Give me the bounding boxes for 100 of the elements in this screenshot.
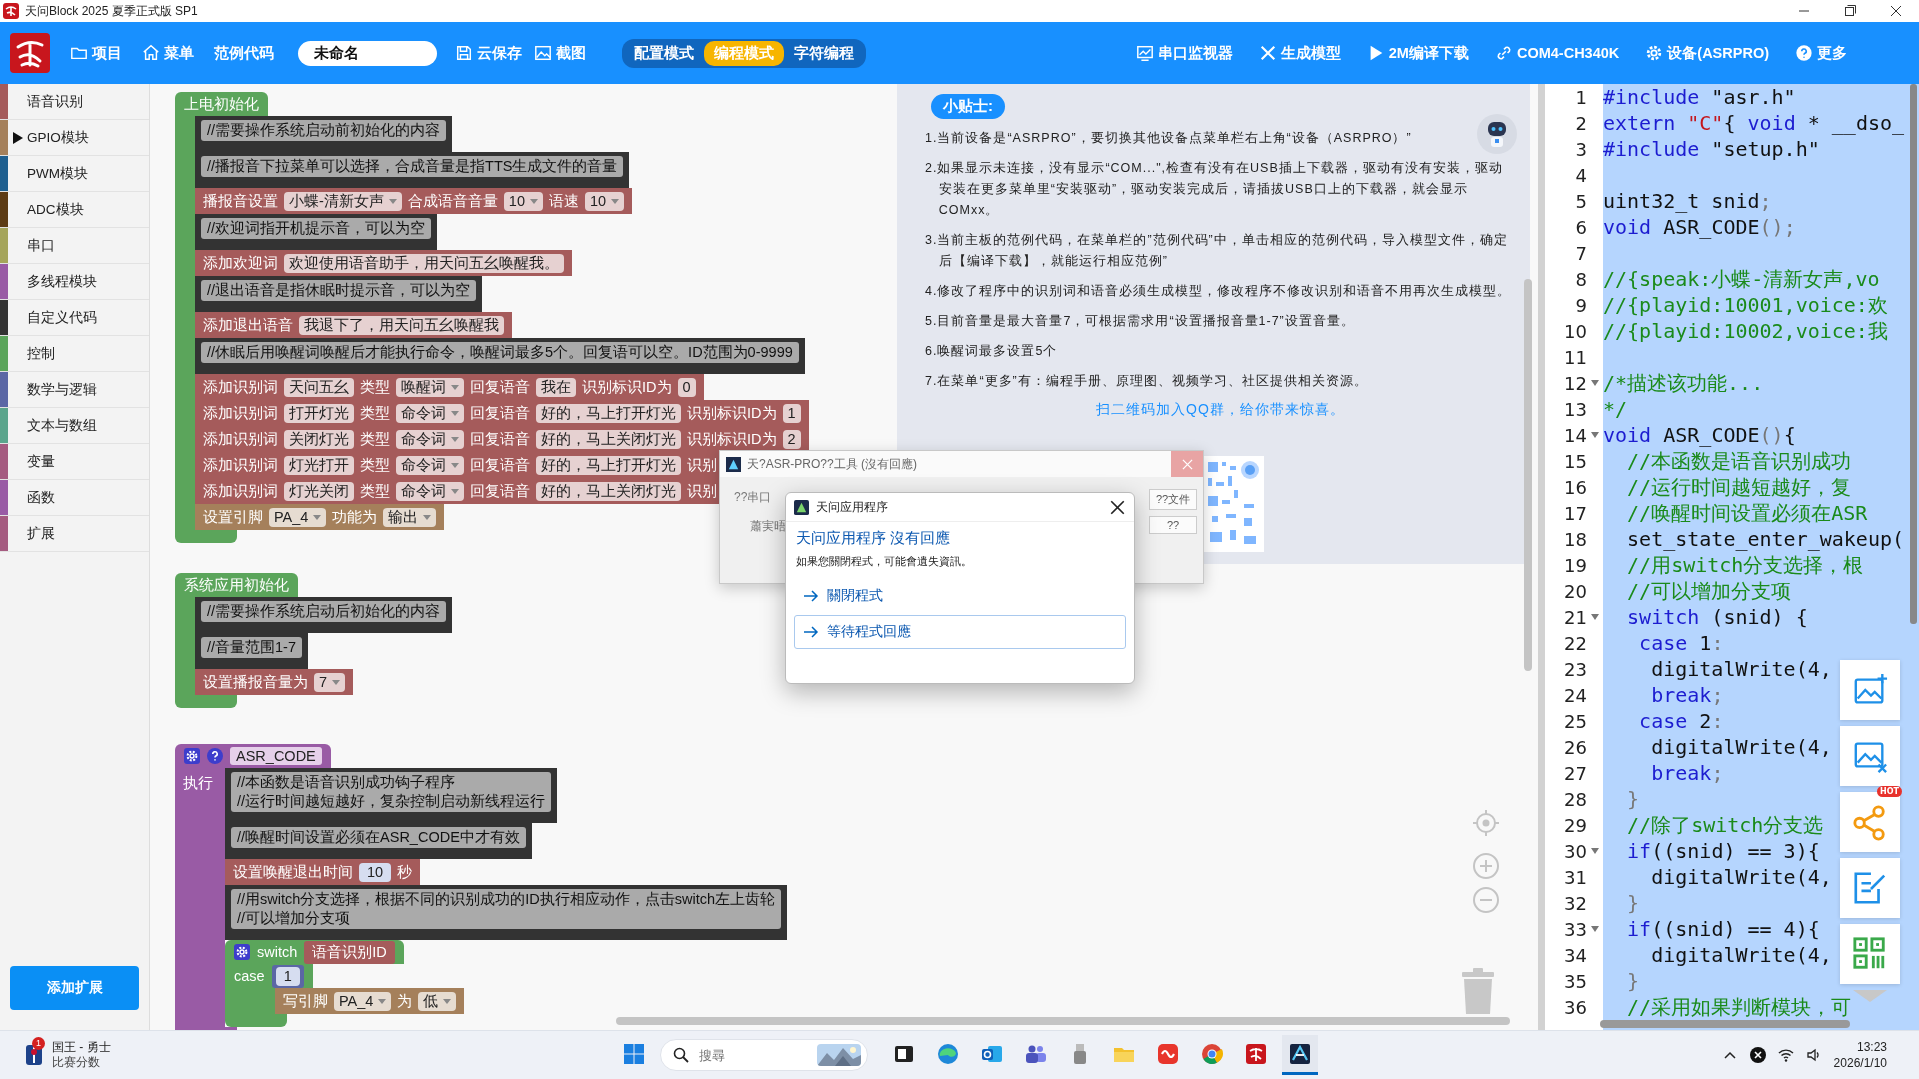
category-item[interactable]: 串口 — [0, 228, 149, 264]
block-label: switch — [257, 944, 298, 960]
expand-arrow-icon[interactable] — [12, 131, 23, 144]
text-field[interactable]: 好的，马上关闭灯光 — [536, 429, 681, 449]
scrollbar[interactable] — [616, 1017, 1510, 1025]
dropdown[interactable]: 输出 — [383, 507, 437, 527]
text-field[interactable]: 好的，马上关闭灯光 — [536, 481, 681, 501]
line-number: 18 — [1563, 528, 1587, 550]
number-field[interactable]: 10 — [359, 862, 392, 882]
fold-arrow-icon[interactable] — [1591, 926, 1599, 932]
dialog-option[interactable]: 關閉程式 — [794, 579, 1126, 613]
dropdown[interactable]: 命令词 — [396, 455, 464, 475]
line-number: 26 — [1563, 736, 1587, 758]
gear-icon[interactable] — [184, 748, 200, 764]
fold-arrow-icon[interactable] — [1591, 432, 1599, 438]
block-label: 回复语音 — [470, 429, 530, 449]
block-label: 回复语音 — [470, 481, 530, 501]
search-input[interactable]: 搜尋 — [697, 1046, 817, 1064]
text-field[interactable]: 0 — [677, 377, 696, 397]
taskbar-button[interactable] — [1282, 1035, 1318, 1075]
dropdown[interactable]: PA_4 — [334, 991, 392, 1011]
image-icon — [534, 44, 552, 62]
text-field[interactable]: 我退下了，用天问五幺唤醒我 — [299, 315, 504, 335]
gear-icon[interactable] — [234, 944, 250, 960]
line-number: 4 — [1574, 164, 1587, 186]
code-line: digitalWrite(4, — [1650, 943, 1832, 967]
dropdown[interactable]: 10 — [585, 191, 625, 211]
category-item[interactable]: 函数 — [0, 480, 149, 516]
category-item[interactable]: 扩展 — [0, 516, 149, 552]
dropdown[interactable]: 命令词 — [396, 429, 464, 449]
category-item[interactable]: 变量 — [0, 444, 149, 480]
category-item[interactable]: 数学与逻辑 — [0, 372, 149, 408]
text-field[interactable]: 我在 — [536, 377, 576, 397]
mode-tab[interactable]: 配置模式 — [624, 40, 704, 66]
side-tool-button[interactable] — [1840, 660, 1900, 720]
text-field[interactable]: 好的，马上打开灯光 — [536, 403, 681, 423]
line-number: 34 — [1563, 944, 1587, 966]
text-field[interactable]: 灯光关闭 — [284, 481, 354, 501]
project-name-field[interactable]: 未命名 — [298, 40, 437, 66]
fold-arrow-icon[interactable] — [1591, 614, 1599, 620]
category-item[interactable]: ADC模块 — [0, 192, 149, 228]
dropdown[interactable]: 7 — [314, 672, 346, 692]
help-icon[interactable] — [207, 748, 223, 764]
block-label: 设置引脚 — [203, 507, 263, 527]
number-field[interactable]: 1 — [275, 966, 300, 986]
close-circle-icon[interactable] — [1749, 1047, 1766, 1063]
function-name-field[interactable]: ASR_CODE — [230, 747, 322, 765]
code-line: */ — [1603, 397, 1628, 421]
dropdown[interactable]: 命令词 — [396, 403, 464, 423]
text-field[interactable]: 天问五幺 — [284, 377, 354, 397]
dropdown[interactable]: 唤醒词 — [396, 377, 464, 397]
side-tool-button[interactable] — [1840, 924, 1900, 984]
comment-text: //欢迎词指开机提示音，可以为空 — [201, 218, 432, 239]
scrollbar[interactable] — [1910, 84, 1917, 624]
side-tool-button[interactable] — [1840, 792, 1900, 852]
category-item[interactable]: GPIO模块 — [0, 120, 149, 156]
dropdown[interactable]: PA_4 — [269, 507, 327, 527]
category-item[interactable]: 多线程模块 — [0, 264, 149, 300]
tip-text: 7.在菜单“更多”有：编程手册、原理图、视频学习、社区提供相关资源。 — [925, 373, 1368, 390]
fold-arrow-icon[interactable] — [1591, 380, 1599, 386]
code-line: //可以增加分支项 — [1626, 577, 1792, 605]
volume-icon[interactable] — [1805, 1047, 1822, 1063]
scrollbar[interactable] — [1524, 279, 1532, 671]
category-item[interactable]: 自定义代码 — [0, 300, 149, 336]
category-item[interactable]: 语音识别 — [0, 84, 149, 120]
block-label: 执行 — [183, 775, 213, 791]
news-subtitle: 比赛分数 — [52, 1055, 101, 1070]
dropdown[interactable]: 低 — [418, 991, 457, 1011]
text-field[interactable]: 灯光打开 — [284, 455, 354, 475]
fold-arrow-icon[interactable] — [1591, 848, 1599, 854]
side-tool-button[interactable] — [1840, 858, 1900, 918]
scrollbar[interactable] — [1600, 1020, 1850, 1028]
dropdown[interactable]: 10 — [503, 191, 543, 211]
category-item[interactable]: 控制 — [0, 336, 149, 372]
text-field[interactable]: 好的，马上打开灯光 — [536, 455, 681, 475]
mode-tab[interactable]: 字符编程 — [784, 40, 864, 66]
wifi-icon[interactable] — [1777, 1047, 1794, 1063]
line-number: 8 — [1574, 268, 1587, 290]
category-item[interactable]: 文本与数组 — [0, 408, 149, 444]
dropdown[interactable]: 命令词 — [396, 481, 464, 501]
search-field[interactable]: 搜尋 — [660, 1039, 868, 1071]
text-field[interactable]: 打开灯光 — [284, 403, 354, 423]
category-item[interactable]: PWM模块 — [0, 156, 149, 192]
line-number: 28 — [1563, 788, 1587, 810]
text-field[interactable]: 1 — [782, 403, 801, 423]
dialog-message: 如果您關閉程式，可能會遺失資訊。 — [795, 554, 973, 569]
line-number: 35 — [1563, 970, 1587, 992]
side-tool-button[interactable] — [1840, 726, 1900, 786]
line-number: 16 — [1563, 476, 1587, 498]
code-line: if((snid) == 4){ — [1626, 917, 1820, 941]
dialog-button[interactable]: ?? — [1149, 516, 1197, 534]
text-field[interactable]: 欢迎使用语音助手，用天问五幺唤醒我。 — [284, 253, 564, 273]
tips-badge: 小贴士: — [931, 94, 1005, 119]
dialog-button[interactable]: ??文件 — [1149, 489, 1197, 510]
text-field[interactable]: 关闭灯光 — [284, 429, 354, 449]
block-title: 上电初始化 — [184, 94, 259, 114]
dropdown[interactable]: 小蝶-清新女声 — [284, 191, 402, 211]
dialog-option[interactable]: 等待程式回應 — [794, 615, 1126, 649]
block-label: 添加退出语音 — [203, 315, 293, 335]
text-field[interactable]: 2 — [782, 429, 801, 449]
